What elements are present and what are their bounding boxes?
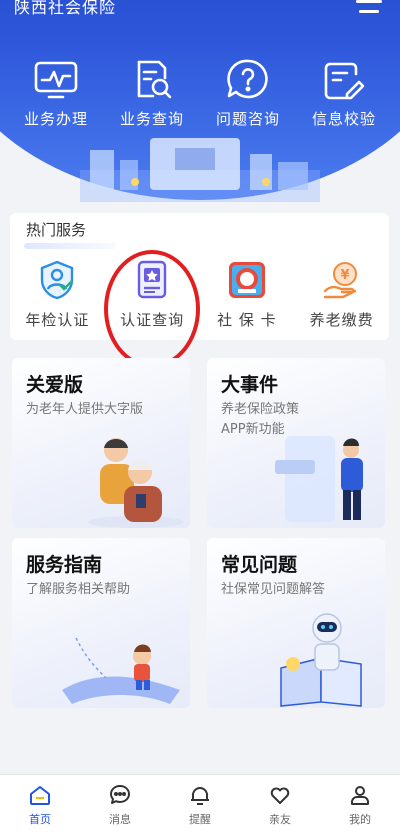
menu-icon[interactable] <box>356 0 382 18</box>
nav-label: 消息 <box>109 813 131 826</box>
hot-services-panel: 热门服务 年检认证 认证查询 社 保 卡 ¥ 养老缴费 <box>10 213 389 340</box>
card-title: 关爱版 <box>26 374 84 396</box>
quick-action-consult[interactable]: 问题咨询 <box>203 58 293 129</box>
nav-relatives[interactable]: 亲友 <box>245 775 315 836</box>
title-underline <box>24 243 116 249</box>
document-edit-icon <box>324 62 365 100</box>
card-subtitle: 了解服务相关帮助 <box>26 582 131 597</box>
user-icon <box>351 786 369 805</box>
quick-action-label: 信息校验 <box>311 110 376 128</box>
document-search-icon <box>137 60 172 99</box>
hot-service-auth-query[interactable]: 认证查询 <box>107 259 197 330</box>
svg-text:¥: ¥ <box>340 268 349 283</box>
heart-icon <box>270 787 290 804</box>
quick-action-label: 问题咨询 <box>215 110 280 128</box>
pension-payment-icon: ¥ <box>323 262 357 299</box>
card-care-edition[interactable]: 关爱版 为老年人提供大字版 <box>12 358 190 528</box>
hot-service-label: 养老缴费 <box>309 311 374 329</box>
certificate-star-icon <box>137 260 167 299</box>
bell-icon <box>191 787 209 805</box>
card-subtitle: 社保常见问题解答 <box>221 582 326 597</box>
hot-service-card[interactable]: 社 保 卡 <box>202 259 292 330</box>
message-icon <box>110 785 130 804</box>
card-title: 服务指南 <box>26 554 103 576</box>
hot-service-label: 社 保 卡 <box>217 311 277 329</box>
card-title: 常见问题 <box>221 554 298 576</box>
home-icon <box>30 786 50 805</box>
city-illustration <box>80 138 320 202</box>
hot-services-title: 热门服务 <box>26 221 87 239</box>
quick-action-business[interactable]: 业务办理 <box>11 58 101 129</box>
nav-label: 亲友 <box>269 813 291 826</box>
nav-label: 我的 <box>349 813 371 826</box>
card-title: 大事件 <box>221 374 279 396</box>
quick-actions: 业务办理 业务查询 问题咨询 信息校验 <box>0 58 400 129</box>
app-title: 陕西社会保险 <box>14 0 117 17</box>
nav-profile[interactable]: 我的 <box>325 775 395 836</box>
robot-book-illustration <box>280 613 362 707</box>
quick-action-label: 业务查询 <box>119 110 184 128</box>
quick-action-verify[interactable]: 信息校验 <box>299 58 389 129</box>
social-security-card-icon <box>228 262 265 298</box>
hot-service-label: 认证查询 <box>120 311 185 329</box>
monitor-chart-icon <box>34 61 78 99</box>
nav-reminders[interactable]: 提醒 <box>165 775 235 836</box>
hot-service-label: 年检认证 <box>25 311 90 329</box>
hot-service-pension-pay[interactable]: ¥ 养老缴费 <box>297 259 387 330</box>
elderly-couple-illustration <box>88 438 184 528</box>
question-bubble-icon <box>227 59 268 99</box>
quick-action-label: 业务办理 <box>23 110 88 128</box>
nav-messages[interactable]: 消息 <box>85 775 155 836</box>
nav-home[interactable]: 首页 <box>5 775 75 836</box>
hot-services-list: 年检认证 认证查询 社 保 卡 ¥ 养老缴费 <box>10 259 389 330</box>
card-service-guide[interactable]: 服务指南 了解服务相关帮助 <box>12 538 190 708</box>
phone-person-illustration <box>275 436 363 522</box>
hot-service-annual-auth[interactable]: 年检认证 <box>12 259 102 330</box>
card-faq[interactable]: 常见问题 社保常见问题解答 <box>207 538 385 708</box>
card-major-events[interactable]: 大事件 养老保险政策 APP新功能 <box>207 358 385 528</box>
card-subtitle: 为老年人提供大字版 <box>26 402 144 417</box>
bottom-nav: 首页 消息 提醒 亲友 我的 <box>0 774 400 836</box>
child-reading-illustration <box>62 637 180 704</box>
header: 陕西社会保险 业务办理 业务查询 问题咨询 信息校验 <box>0 0 400 205</box>
shield-person-icon <box>41 260 74 300</box>
nav-label: 首页 <box>29 813 51 826</box>
quick-action-query[interactable]: 业务查询 <box>107 58 197 129</box>
nav-label: 提醒 <box>189 813 211 826</box>
